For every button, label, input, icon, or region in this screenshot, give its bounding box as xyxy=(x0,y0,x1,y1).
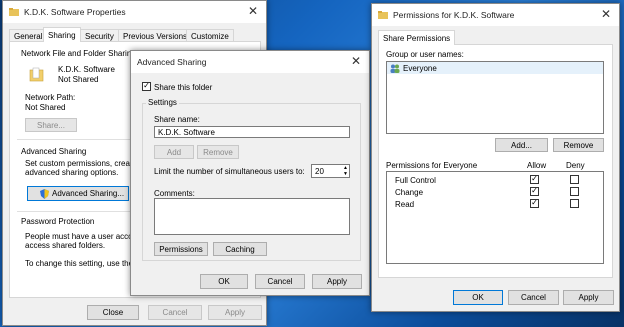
password-protection-heading: Password Protection xyxy=(21,217,95,226)
list-item[interactable]: Everyone xyxy=(387,62,603,74)
advanced-sharing-button[interactable]: Advanced Sharing... xyxy=(27,186,129,201)
tab-share-permissions[interactable]: Share Permissions xyxy=(378,30,456,45)
advanced-description-line-2: advanced sharing options. xyxy=(25,168,119,177)
permissions-titlebar: Permissions for K.D.K. Software ✕ xyxy=(372,4,619,26)
user-name: Everyone xyxy=(403,63,437,73)
user-limit-value: 20 xyxy=(315,166,324,176)
comments-textarea[interactable] xyxy=(154,198,350,235)
comments-label: Comments: xyxy=(154,189,195,198)
group-names-label: Group or user names: xyxy=(386,50,464,59)
tab-sharing[interactable]: Sharing xyxy=(43,27,81,42)
deny-checkbox[interactable] xyxy=(570,187,579,196)
permission-name: Change xyxy=(395,188,424,197)
share-folder-checkbox[interactable] xyxy=(142,82,151,91)
deny-header: Deny xyxy=(566,161,585,170)
password-description-line-2: access shared folders. xyxy=(25,241,106,250)
advanced-sharing-title: Advanced Sharing xyxy=(137,57,207,67)
network-path-label: Network Path: xyxy=(25,93,76,102)
network-path-value: Not Shared xyxy=(25,103,66,112)
remove-button[interactable]: Remove xyxy=(553,138,604,152)
add-button[interactable]: Add... xyxy=(495,138,548,152)
cancel-button[interactable]: Cancel xyxy=(255,274,305,289)
password-description-text: To change this setting, use the xyxy=(25,259,136,268)
group-names-list[interactable]: Everyone xyxy=(386,61,604,134)
remove-button[interactable]: Remove xyxy=(197,145,239,159)
apply-button[interactable]: Apply xyxy=(312,274,362,289)
ok-button[interactable]: OK xyxy=(453,290,503,305)
advanced-sharing-heading: Advanced Sharing xyxy=(21,147,87,156)
folder-share-status: Not Shared xyxy=(58,75,99,84)
add-button[interactable]: Add xyxy=(154,145,194,159)
user-limit-input[interactable]: 20 ▲ ▼ xyxy=(311,164,350,178)
deny-checkbox[interactable] xyxy=(570,175,579,184)
advanced-description-line-1: Set custom permissions, create m xyxy=(25,159,146,168)
allow-checkbox[interactable] xyxy=(530,187,539,196)
close-icon[interactable]: ✕ xyxy=(246,4,260,18)
users-icon xyxy=(390,64,400,73)
apply-button[interactable]: Apply xyxy=(208,305,262,320)
close-icon[interactable]: ✕ xyxy=(599,7,613,21)
password-description-line-1: People must have a user accoun xyxy=(25,232,142,241)
permissions-title: Permissions for K.D.K. Software xyxy=(393,10,515,20)
properties-title: K.D.K. Software Properties xyxy=(24,7,126,17)
folder-icon xyxy=(378,11,388,19)
advanced-sharing-button-label: Advanced Sharing... xyxy=(52,189,125,198)
permissions-for-label: Permissions for Everyone xyxy=(386,161,478,170)
share-name-label: Share name: xyxy=(154,115,200,124)
ok-button[interactable]: OK xyxy=(200,274,248,289)
network-sharing-heading: Network File and Folder Sharing xyxy=(21,49,136,58)
permissions-button[interactable]: Permissions xyxy=(154,242,208,256)
share-folder-label: Share this folder xyxy=(154,83,213,92)
settings-group-label: Settings xyxy=(146,98,179,107)
user-limit-label: Limit the number of simultaneous users t… xyxy=(154,167,305,176)
allow-checkbox[interactable] xyxy=(530,175,539,184)
permission-name: Read xyxy=(395,200,415,209)
permissions-dialog: Permissions for K.D.K. Software ✕ Share … xyxy=(371,3,620,312)
password-description-line-3: To change this setting, use the Ne xyxy=(25,259,146,268)
share-name-input[interactable]: K.D.K. Software xyxy=(154,126,350,138)
properties-titlebar: K.D.K. Software Properties ✕ xyxy=(3,1,266,23)
advanced-sharing-dialog: Advanced Sharing ✕ Share this folder Set… xyxy=(130,50,370,296)
close-button[interactable]: Close xyxy=(87,305,139,320)
shared-folder-icon xyxy=(29,67,44,82)
cancel-button[interactable]: Cancel xyxy=(508,290,559,305)
folder-icon xyxy=(9,8,19,16)
deny-checkbox[interactable] xyxy=(570,199,579,208)
allow-header: Allow xyxy=(527,161,547,170)
apply-button[interactable]: Apply xyxy=(563,290,614,305)
close-icon[interactable]: ✕ xyxy=(349,54,363,68)
shield-icon xyxy=(40,189,49,199)
share-button[interactable]: Share... xyxy=(25,118,77,132)
folder-name: K.D.K. Software xyxy=(58,65,115,74)
cancel-button[interactable]: Cancel xyxy=(148,305,202,320)
spinner-icon[interactable]: ▲ ▼ xyxy=(343,165,348,177)
advanced-sharing-titlebar: Advanced Sharing ✕ xyxy=(131,51,369,73)
permission-name: Full Control xyxy=(395,176,436,185)
caching-button[interactable]: Caching xyxy=(213,242,267,256)
allow-checkbox[interactable] xyxy=(530,199,539,208)
